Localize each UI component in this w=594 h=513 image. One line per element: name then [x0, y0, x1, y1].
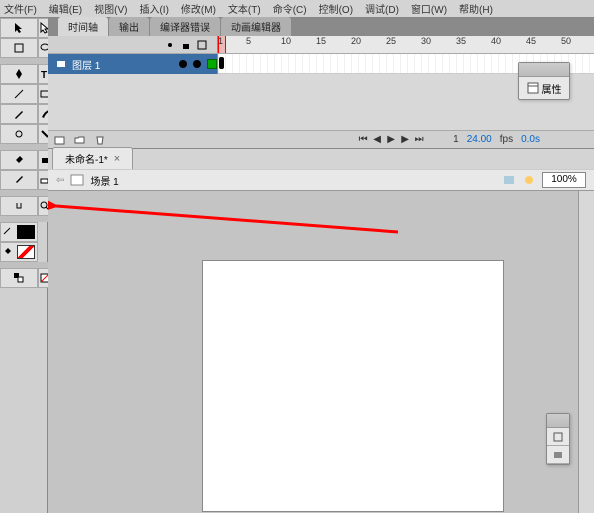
layer-name: 图层 1	[72, 57, 100, 72]
fps-value: 24.00	[467, 134, 492, 145]
outline-icon[interactable]	[197, 40, 207, 50]
edit-symbol-icon[interactable]	[522, 174, 536, 186]
hand-tool[interactable]	[0, 196, 38, 216]
document-tab-label: 未命名-1*	[65, 151, 108, 166]
lock-icon[interactable]	[181, 40, 191, 50]
layer-row[interactable]: 图层 1	[48, 54, 218, 74]
delete-layer-icon[interactable]	[94, 134, 106, 146]
side-panel-btn-2[interactable]	[547, 446, 569, 464]
free-transform-tool[interactable]	[0, 38, 38, 58]
menu-item[interactable]: 文本(T)	[228, 1, 261, 16]
swap-colors[interactable]	[0, 268, 38, 288]
panel-tab[interactable]: 时间轴	[58, 17, 108, 36]
vertical-scrollbar[interactable]	[578, 191, 594, 513]
selection-tool[interactable]	[0, 18, 38, 38]
scene-icon	[70, 174, 84, 186]
stage[interactable]	[203, 261, 503, 511]
goto-first-icon[interactable]: ⏮	[357, 134, 369, 146]
goto-last-icon[interactable]: ⏭	[413, 134, 425, 146]
current-frame: 1	[453, 134, 459, 145]
paint-bucket-tool[interactable]	[0, 150, 38, 170]
menu-item[interactable]: 控制(O)	[319, 1, 353, 16]
tool-panel: T	[0, 18, 48, 513]
stage-area[interactable]	[48, 191, 594, 513]
svg-text:T: T	[41, 70, 47, 80]
menu-item[interactable]: 调试(D)	[365, 1, 399, 16]
frame-number: 30	[421, 36, 431, 46]
frame-number: 1	[218, 36, 223, 46]
frame-number: 20	[351, 36, 361, 46]
frame-ruler[interactable]: 15101520253035404550556065707580	[218, 36, 594, 53]
play-icon[interactable]: ▶	[385, 134, 397, 146]
eye-icon[interactable]	[165, 40, 175, 50]
edit-scene-icon[interactable]	[502, 174, 516, 186]
frame-number: 5	[246, 36, 251, 46]
menu-item[interactable]: 命令(C)	[273, 1, 307, 16]
deco-tool[interactable]	[0, 124, 38, 144]
edit-bar: ⇦ 场景 1 100%	[48, 169, 594, 191]
properties-panel[interactable]: 属性	[518, 62, 570, 100]
new-folder-icon[interactable]	[74, 134, 86, 146]
panel-tab[interactable]: 编译器错误	[150, 17, 220, 36]
frame-number: 15	[316, 36, 326, 46]
menu-item[interactable]: 文件(F)	[4, 1, 37, 16]
menubar: 文件(F) 编辑(E) 视图(V) 插入(I) 修改(M) 文本(T) 命令(C) 控制(O)…	[0, 0, 594, 18]
frame-number: 25	[386, 36, 396, 46]
step-fwd-icon[interactable]: ▶	[399, 134, 411, 146]
frame-number: 45	[526, 36, 536, 46]
menu-item[interactable]: 修改(M)	[181, 1, 216, 16]
panel-tab[interactable]: 输出	[109, 17, 149, 36]
fill-color[interactable]	[0, 242, 38, 262]
line-tool[interactable]	[0, 84, 38, 104]
elapsed-time: 0.0s	[521, 134, 540, 145]
menu-item[interactable]: 编辑(E)	[49, 1, 82, 16]
side-panel-btn-1[interactable]	[547, 428, 569, 446]
panel-tabs: 时间轴输出编译器错误动画编辑器	[48, 18, 594, 36]
keyframe[interactable]	[219, 57, 224, 69]
pen-tool[interactable]	[0, 64, 38, 84]
menu-item[interactable]: 窗口(W)	[411, 1, 447, 16]
eyedropper-tool[interactable]	[0, 170, 38, 190]
frame-number: 50	[561, 36, 571, 46]
stroke-color[interactable]	[0, 222, 38, 242]
menu-item[interactable]: 视图(V)	[94, 1, 127, 16]
menu-item[interactable]: 插入(I)	[139, 1, 168, 16]
document-tab[interactable]: 未命名-1* ×	[52, 147, 133, 169]
properties-icon	[527, 82, 539, 94]
layer-icon	[56, 59, 66, 69]
timeline-footer: ⏮ ◀ ▶ ▶ ⏭ 1 24.00 fps 0.0s	[48, 130, 594, 148]
properties-label: 属性	[542, 81, 562, 96]
fps-unit: fps	[500, 134, 513, 145]
new-layer-icon[interactable]	[54, 134, 66, 146]
side-panel	[546, 413, 570, 465]
step-back-icon[interactable]: ◀	[371, 134, 383, 146]
scene-name[interactable]: 场景 1	[90, 173, 118, 188]
document-tabs: 未命名-1* ×	[48, 149, 594, 169]
panel-tab[interactable]: 动画编辑器	[221, 17, 291, 36]
zoom-field[interactable]: 100%	[542, 172, 586, 188]
close-icon[interactable]: ×	[114, 153, 120, 165]
back-icon[interactable]: ⇦	[56, 175, 64, 186]
frame-number: 40	[491, 36, 501, 46]
frame-number: 35	[456, 36, 466, 46]
playback-controls: ⏮ ◀ ▶ ▶ ⏭	[357, 134, 425, 146]
menu-item[interactable]: 帮助(H)	[459, 1, 493, 16]
timeline-panel: 15101520253035404550556065707580 图层 1	[48, 36, 594, 149]
pencil-tool[interactable]	[0, 104, 38, 124]
frame-number: 10	[281, 36, 291, 46]
